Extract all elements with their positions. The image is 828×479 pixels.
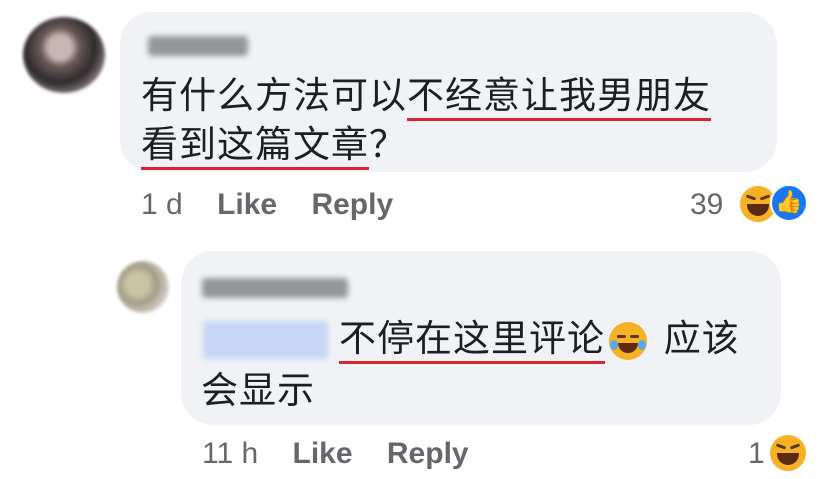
comment-text-line: 有什么方法可以不经意让我男朋友 [141, 72, 711, 121]
underlined-text: 不经意让我男朋友 [407, 74, 711, 121]
comment-text: 应该 [663, 317, 740, 360]
mention-tag[interactable] [203, 321, 328, 359]
reply-button[interactable]: Reply [311, 188, 393, 221]
comment-text: ？ [369, 123, 407, 166]
reaction-count[interactable]: 1 [748, 437, 765, 471]
comment-actions: 11 h Like Reply [202, 437, 469, 471]
like-icon[interactable]: 👍 [770, 184, 808, 222]
laugh-tears-icon [609, 321, 647, 360]
comment-timestamp[interactable]: 1 d [141, 188, 183, 221]
like-button[interactable]: Like [217, 188, 277, 221]
comment-actions: 1 d Like Reply [141, 188, 393, 222]
comment-text-line: 不停在这里评论 应该 [339, 315, 740, 364]
reply-button[interactable]: Reply [387, 437, 469, 470]
commenter-avatar[interactable] [117, 261, 169, 313]
reaction-count[interactable]: 39 [690, 188, 723, 222]
underlined-text: 不停在这里评论 [339, 317, 605, 364]
comment-text-line: 看到这篇文章？ [141, 121, 407, 170]
comment-text: 会显示 [201, 369, 315, 412]
comment-text: 有什么方法可以 [141, 74, 407, 117]
like-button[interactable]: Like [293, 437, 353, 470]
commenter-name[interactable] [148, 36, 248, 56]
underlined-text: 看到这篇文章 [141, 123, 369, 170]
comment-timestamp[interactable]: 11 h [202, 437, 258, 470]
commenter-name[interactable] [202, 278, 348, 298]
comment-text-line: 会显示 [201, 367, 315, 415]
laugh-icon[interactable] [768, 433, 808, 473]
commenter-avatar[interactable] [23, 17, 105, 93]
